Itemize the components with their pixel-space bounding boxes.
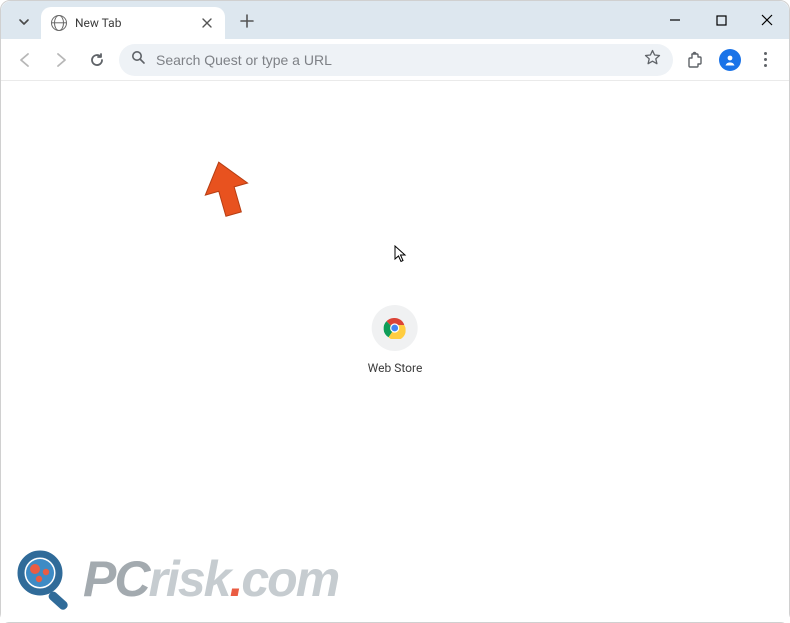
tab-strip: New Tab: [1, 1, 789, 39]
address-bar[interactable]: [119, 44, 673, 76]
tab-title: New Tab: [75, 16, 199, 30]
close-window-button[interactable]: [753, 6, 781, 34]
back-button[interactable]: [11, 46, 39, 74]
minimize-button[interactable]: [661, 6, 689, 34]
toolbar: [1, 39, 789, 81]
browser-tab[interactable]: New Tab: [41, 7, 225, 39]
maximize-button[interactable]: [707, 6, 735, 34]
profile-button[interactable]: [717, 47, 743, 73]
bookmark-star-icon[interactable]: [644, 49, 661, 70]
watermark: PCrisk.com: [15, 548, 338, 610]
search-icon: [131, 50, 146, 69]
window-controls: [661, 1, 781, 39]
tab-close-button[interactable]: [199, 15, 215, 31]
profile-avatar-icon: [719, 49, 741, 71]
forward-button[interactable]: [47, 46, 75, 74]
new-tab-button[interactable]: [233, 7, 261, 35]
globe-icon: [51, 15, 67, 31]
reload-button[interactable]: [83, 46, 111, 74]
watermark-magnifier-icon: [15, 548, 77, 610]
watermark-text: PCrisk.com: [83, 550, 338, 608]
browser-window: New Tab: [0, 0, 790, 623]
chrome-menu-button[interactable]: [751, 46, 779, 74]
annotation-arrow-icon: [201, 159, 253, 227]
address-input[interactable]: [156, 52, 634, 68]
web-store-icon: [372, 305, 418, 351]
mouse-cursor-icon: [394, 245, 408, 267]
shortcut-label: Web Store: [368, 361, 423, 375]
new-tab-page: Web Store PCrisk.com: [1, 81, 789, 622]
extensions-button[interactable]: [681, 46, 709, 74]
tab-strip-leading: [9, 11, 35, 39]
shortcut-web-store[interactable]: Web Store: [368, 305, 423, 375]
tab-search-button[interactable]: [13, 11, 35, 33]
